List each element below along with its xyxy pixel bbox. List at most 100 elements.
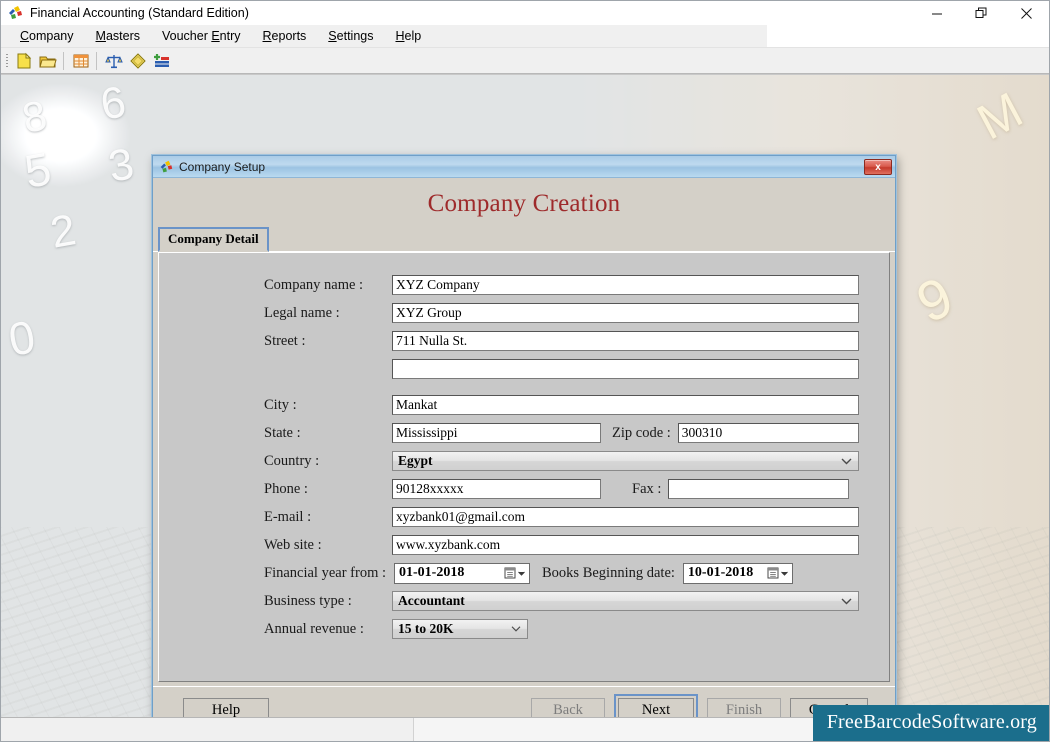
form-row-business-type: Business type : Accountant [159, 587, 889, 615]
country-label: Country : [264, 452, 320, 469]
email-label: E-mail : [264, 508, 312, 525]
menu-item-settings[interactable]: Settings [317, 27, 384, 45]
menu-rest-voucher: ntry [219, 29, 241, 43]
annual-revenue-label: Annual revenue : [264, 620, 364, 637]
country-selected-value: Egypt [398, 453, 433, 468]
voucher-icon[interactable] [127, 50, 149, 72]
chevron-down-icon [510, 625, 525, 633]
company-name-input[interactable]: XYZ Company [392, 275, 859, 295]
legal-name-input[interactable]: XYZ Group [392, 303, 859, 323]
form-row-annual-revenue: Annual revenue : 15 to 20K [159, 615, 889, 643]
chevron-down-icon [840, 457, 856, 466]
city-label: City : [264, 396, 297, 413]
books-beginning-date-label: Books Beginning date: [542, 564, 675, 581]
company-name-label: Company name : [264, 276, 364, 293]
business-type-select[interactable]: Accountant [392, 591, 859, 611]
fax-label: Fax : [632, 480, 662, 497]
toolbar [1, 48, 1049, 74]
phone-input[interactable]: 90128xxxxx [392, 479, 601, 499]
business-type-selected-value: Accountant [398, 593, 465, 608]
financial-year-from-label: Financial year from : [264, 564, 386, 581]
menu-rest-masters: asters [105, 29, 140, 43]
dialog-button-bar: Help Back Next Finish Cancel [153, 686, 895, 717]
ledger-table-icon[interactable] [70, 50, 92, 72]
minimize-icon[interactable] [914, 1, 959, 25]
menu-item-reports[interactable]: Reports [252, 27, 318, 45]
form-row-email: E-mail : xyzbank01@gmail.com [159, 503, 889, 531]
calendar-icon[interactable] [767, 567, 790, 579]
annual-revenue-selected-value: 15 to 20K [398, 621, 454, 636]
company-setup-dialog: Company Setup x Company Creation Company… [152, 155, 896, 717]
menu-item-voucher-entry[interactable]: Voucher Entry [151, 27, 252, 45]
fax-input[interactable] [668, 479, 850, 499]
menu-accel-m: M [95, 29, 106, 43]
menu-accel-e: E [211, 29, 220, 43]
menu-accel-c: C [20, 29, 30, 43]
website-label: Web site : [264, 536, 322, 553]
state-label: State : [264, 424, 301, 441]
business-type-label: Business type : [264, 592, 352, 609]
annual-revenue-select[interactable]: 15 to 20K [392, 619, 528, 639]
back-button[interactable]: Back [531, 698, 605, 717]
menu-item-help[interactable]: Help [384, 27, 432, 45]
help-button[interactable]: Help [183, 698, 269, 717]
menu-accel-r: R [262, 29, 272, 43]
dialog-titlebar[interactable]: Company Setup x [153, 156, 895, 178]
legal-name-label: Legal name : [264, 304, 340, 321]
menu-item-masters[interactable]: Masters [85, 27, 151, 45]
chevron-down-icon [840, 597, 856, 606]
page-title: Company Creation [427, 190, 621, 217]
close-icon[interactable]: x [864, 159, 892, 175]
menu-item-company[interactable]: Company [9, 27, 85, 45]
street2-input[interactable] [392, 359, 859, 379]
form-row-legal-name: Legal name : XYZ Group [159, 299, 889, 327]
form-row-street2 [159, 355, 889, 383]
app-puzzle-icon [158, 159, 174, 175]
restore-icon[interactable] [959, 1, 1004, 25]
menu-rest-help: elp [404, 29, 422, 43]
trial-balance-icon[interactable] [103, 50, 125, 72]
zip-code-input[interactable]: 300310 [677, 423, 859, 443]
reports-chart-icon[interactable] [151, 50, 173, 72]
books-beginning-datepicker[interactable]: 10-01-2018 [682, 562, 793, 584]
books-beginning-value: 10-01-2018 [687, 565, 754, 580]
finish-button[interactable]: Finish [707, 698, 781, 717]
status-panel-left [1, 718, 414, 741]
form-row-website: Web site : www.xyzbank.com [159, 531, 889, 559]
menu-accel-h: H [395, 29, 405, 43]
menu-rest-reports: eports [271, 29, 307, 43]
open-company-icon[interactable] [37, 50, 59, 72]
menubar-right-blank [767, 25, 1049, 47]
street-input[interactable]: 711 Nulla St. [392, 331, 859, 351]
window-controls [914, 1, 1049, 25]
chevron-down-icon [518, 571, 525, 576]
watermark: FreeBarcodeSoftware.org [812, 705, 1049, 741]
toolbar-grip[interactable] [4, 52, 10, 70]
form-row-dates: Financial year from : 01-01-2018 Books B… [159, 559, 889, 587]
email-field[interactable]: xyzbank01@gmail.com [392, 507, 859, 527]
chevron-down-icon [781, 571, 788, 576]
financial-year-from-value: 01-01-2018 [399, 565, 465, 580]
country-select[interactable]: Egypt [392, 451, 859, 471]
website-input[interactable]: www.xyzbank.com [392, 535, 859, 555]
menu-accel-s: S [328, 29, 337, 43]
calendar-icon[interactable] [504, 567, 527, 579]
zip-code-label: Zip code : [612, 424, 671, 441]
form-row-company-name: Company name : XYZ Company [159, 271, 889, 299]
tab-company-detail[interactable]: Company Detail [158, 227, 269, 252]
tab-page-company-detail: Company name : XYZ Company Legal name : … [158, 252, 890, 682]
new-company-icon[interactable] [13, 50, 35, 72]
tabstrip: Company Detail [153, 227, 895, 252]
window-titlebar: Financial Accounting (Standard Edition) [1, 1, 1049, 25]
next-button[interactable]: Next [618, 698, 694, 717]
app-puzzle-icon [6, 4, 24, 22]
city-input[interactable]: Mankat [392, 395, 859, 415]
state-input[interactable]: Mississippi [392, 423, 601, 443]
app-title: Financial Accounting (Standard Edition) [30, 6, 249, 20]
financial-year-from-datepicker[interactable]: 01-01-2018 [394, 562, 530, 584]
menubar-filler [432, 25, 767, 47]
close-icon[interactable] [1004, 1, 1049, 25]
dialog-header: Company Creation [153, 178, 895, 230]
dialog-title: Company Setup [179, 159, 266, 174]
toolbar-separator-1 [63, 51, 66, 70]
